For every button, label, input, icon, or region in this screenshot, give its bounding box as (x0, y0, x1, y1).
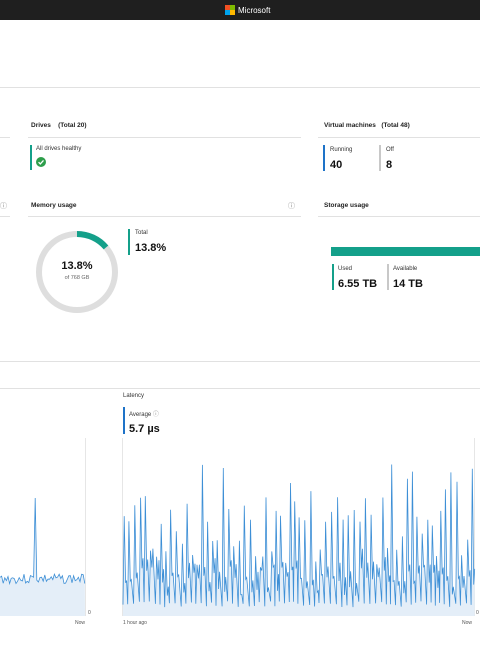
drives-status-text: All drives healthy (36, 146, 82, 152)
info-icon[interactable]: ⓘ (0, 201, 7, 211)
latency-title: Latency (123, 393, 145, 399)
memory-of-total: of 768 GB (64, 275, 90, 281)
vms-off-label: Off (386, 147, 394, 153)
memory-title: Memory usage (31, 202, 77, 209)
divider (28, 216, 301, 217)
divider (0, 87, 480, 88)
vms-running-bar (323, 145, 325, 171)
vms-title: Virtual machines (Total 48) (324, 122, 410, 129)
windows-logo-icon (225, 5, 235, 15)
divider (0, 388, 480, 389)
left-chart-y-min: 0 (88, 610, 91, 616)
vms-off-bar (379, 145, 381, 171)
vms-running-label: Running (330, 147, 353, 153)
memory-total-label: Total (135, 230, 148, 236)
memory-total-value: 13.8% (135, 242, 167, 254)
vms-off-value: 8 (386, 159, 393, 171)
left-chart-line (0, 497, 86, 586)
storage-available-label: Available (393, 266, 418, 272)
storage-title: Storage usage (324, 202, 369, 209)
divider (0, 137, 10, 138)
latency-average-bar (123, 407, 125, 434)
latency-x-end: Now (462, 620, 473, 626)
latency-average-value: 5.7 µs (129, 423, 160, 435)
memory-donut (36, 231, 118, 313)
divider (28, 137, 301, 138)
storage-available-bar (387, 264, 389, 290)
drives-status-bar (30, 145, 32, 170)
left-chart (0, 438, 86, 616)
latency-x-start: 1 hour ago (123, 620, 147, 626)
left-chart-area (0, 498, 85, 616)
microsoft-logo: Microsoft (225, 5, 270, 15)
storage-used-bar (332, 264, 334, 290)
storage-used-value: 6.55 TB (338, 278, 378, 290)
memory-total-bar (128, 229, 130, 255)
divider (0, 361, 480, 362)
top-bar: Microsoft (0, 0, 480, 20)
left-chart-x-end: Now (75, 620, 86, 626)
info-icon[interactable]: ⓘ (153, 412, 159, 418)
divider (0, 216, 10, 217)
divider (318, 216, 480, 217)
storage-bar (331, 247, 480, 256)
check-circle-icon (36, 157, 46, 167)
divider (318, 137, 480, 138)
brand-name: Microsoft (238, 5, 271, 15)
info-icon[interactable]: ⓘ (288, 201, 295, 211)
latency-average-label: Average ⓘ (129, 412, 159, 418)
drives-title: Drives (Total 20) (31, 122, 87, 129)
storage-available-value: 14 TB (393, 278, 423, 290)
latency-chart (122, 438, 476, 616)
memory-percent: 13.8% (61, 260, 93, 272)
storage-used-label: Used (338, 266, 353, 272)
vms-running-value: 40 (330, 159, 343, 171)
latency-y-min: 0 (476, 610, 479, 616)
